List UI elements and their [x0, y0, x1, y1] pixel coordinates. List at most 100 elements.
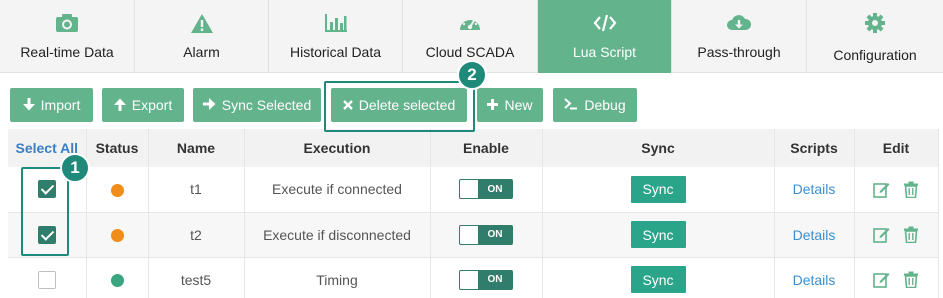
- toggle-knob: [460, 180, 478, 199]
- scripts-cell: Details: [774, 167, 855, 213]
- arrow-down-icon: [22, 97, 35, 113]
- tab-label: Cloud SCADA: [425, 44, 515, 60]
- tab-label: Pass-through: [697, 44, 781, 60]
- edit-cell: [854, 257, 939, 298]
- row-checkbox[interactable]: [37, 180, 56, 199]
- status-cell: [86, 257, 149, 298]
- sync-header: Sync: [542, 129, 775, 167]
- delete-selected-label: Delete selected: [358, 97, 456, 113]
- terminal-icon: [564, 98, 578, 112]
- tab-pass-through[interactable]: Pass-through: [672, 0, 807, 73]
- tab-alarm[interactable]: Alarm: [135, 0, 269, 73]
- scripts-cell: Details: [774, 212, 855, 258]
- details-link[interactable]: Details: [793, 181, 836, 197]
- code-icon: [592, 11, 618, 35]
- toggle-knob: [460, 270, 478, 289]
- tab-label: Lua Script: [572, 44, 637, 60]
- enable-toggle[interactable]: ON: [459, 269, 513, 290]
- gear-icon: [862, 11, 888, 35]
- arrow-up-icon: [113, 98, 126, 113]
- toggle-knob: [460, 225, 478, 244]
- debug-button[interactable]: Debug: [553, 88, 637, 122]
- enable-cell: ON: [430, 212, 543, 258]
- tab-label: Configuration: [833, 47, 917, 63]
- edit-header: Edit: [854, 129, 939, 167]
- name-cell: t2: [148, 212, 245, 258]
- execution-cell: Execute if connected: [244, 167, 431, 213]
- name-cell: test5: [148, 257, 245, 298]
- tab-label: Alarm: [183, 44, 220, 60]
- table-row: test5 Timing ON Sync Details: [8, 257, 939, 298]
- status-cell: [86, 167, 149, 213]
- edit-cell: [854, 167, 939, 213]
- table-header-row: Select All Status Name Execution Enable …: [8, 129, 939, 167]
- debug-label: Debug: [584, 97, 626, 113]
- edit-icon[interactable]: [872, 271, 890, 289]
- tab-lua-script[interactable]: Lua Script: [538, 0, 672, 73]
- lua-script-table: Select All Status Name Execution Enable …: [8, 129, 939, 298]
- name-cell: t1: [148, 167, 245, 213]
- sync-button[interactable]: Sync: [630, 175, 686, 203]
- execution-cell: Timing: [244, 257, 431, 298]
- tab-real-time-data[interactable]: Real-time Data: [0, 0, 135, 73]
- table-row: t1 Execute if connected ON Sync Details: [8, 167, 939, 213]
- import-button[interactable]: Import: [10, 88, 93, 122]
- trash-icon[interactable]: [903, 271, 920, 289]
- execution-header: Execution: [244, 129, 431, 167]
- arrow-right-icon: [202, 98, 216, 112]
- tab-configuration[interactable]: Configuration: [807, 0, 943, 73]
- import-label: Import: [40, 97, 81, 113]
- tab-historical-data[interactable]: Historical Data: [269, 0, 403, 73]
- plus-icon: [487, 98, 499, 112]
- delete-selected-button[interactable]: Delete selected: [331, 88, 467, 122]
- details-link[interactable]: Details: [793, 227, 836, 243]
- camera-icon: [54, 11, 80, 35]
- table-row: t2 Execute if disconnected ON Sync Details: [8, 212, 939, 258]
- tab-label: Historical Data: [289, 44, 382, 60]
- status-dot: [110, 274, 124, 288]
- new-button[interactable]: New: [477, 88, 543, 122]
- close-icon: [342, 99, 353, 112]
- export-label: Export: [131, 97, 173, 113]
- sync-button[interactable]: Sync: [630, 266, 686, 293]
- execution-cell: Execute if disconnected: [244, 212, 431, 258]
- toggle-label: ON: [487, 183, 503, 195]
- enable-cell: ON: [430, 257, 543, 298]
- cloud-download-icon: [726, 11, 752, 35]
- toggle-label: ON: [487, 274, 503, 285]
- select-cell: [8, 257, 87, 298]
- status-cell: [86, 212, 149, 258]
- name-header: Name: [148, 129, 245, 167]
- scripts-cell: Details: [774, 257, 855, 298]
- select-cell: [8, 212, 87, 258]
- annotation-badge-2: 2: [457, 60, 487, 90]
- scripts-header: Scripts: [774, 129, 855, 167]
- edit-icon[interactable]: [872, 226, 890, 244]
- edit-cell: [854, 212, 939, 258]
- sync-selected-label: Sync Selected: [221, 97, 312, 113]
- enable-toggle[interactable]: ON: [459, 179, 513, 200]
- annotation-badge-1: 1: [60, 153, 90, 183]
- row-checkbox[interactable]: [37, 270, 56, 289]
- warning-icon: [189, 11, 215, 35]
- details-link[interactable]: Details: [793, 272, 836, 288]
- enable-header: Enable: [430, 129, 543, 167]
- sync-cell: Sync: [542, 257, 775, 298]
- enable-cell: ON: [430, 167, 543, 213]
- edit-icon[interactable]: [872, 181, 890, 198]
- status-header: Status: [86, 129, 149, 167]
- toggle-label: ON: [487, 229, 503, 240]
- sync-selected-button[interactable]: Sync Selected: [193, 88, 321, 122]
- dashboard-icon: [457, 11, 483, 35]
- row-checkbox[interactable]: [37, 225, 56, 244]
- enable-toggle[interactable]: ON: [459, 224, 513, 245]
- trash-icon[interactable]: [903, 226, 920, 244]
- sync-button[interactable]: Sync: [630, 221, 686, 248]
- trash-icon[interactable]: [903, 181, 920, 199]
- sync-cell: Sync: [542, 167, 775, 213]
- status-dot: [110, 229, 124, 243]
- status-dot: [110, 184, 124, 198]
- bar-chart-icon: [323, 11, 349, 35]
- sync-cell: Sync: [542, 212, 775, 258]
- export-button[interactable]: Export: [102, 88, 184, 122]
